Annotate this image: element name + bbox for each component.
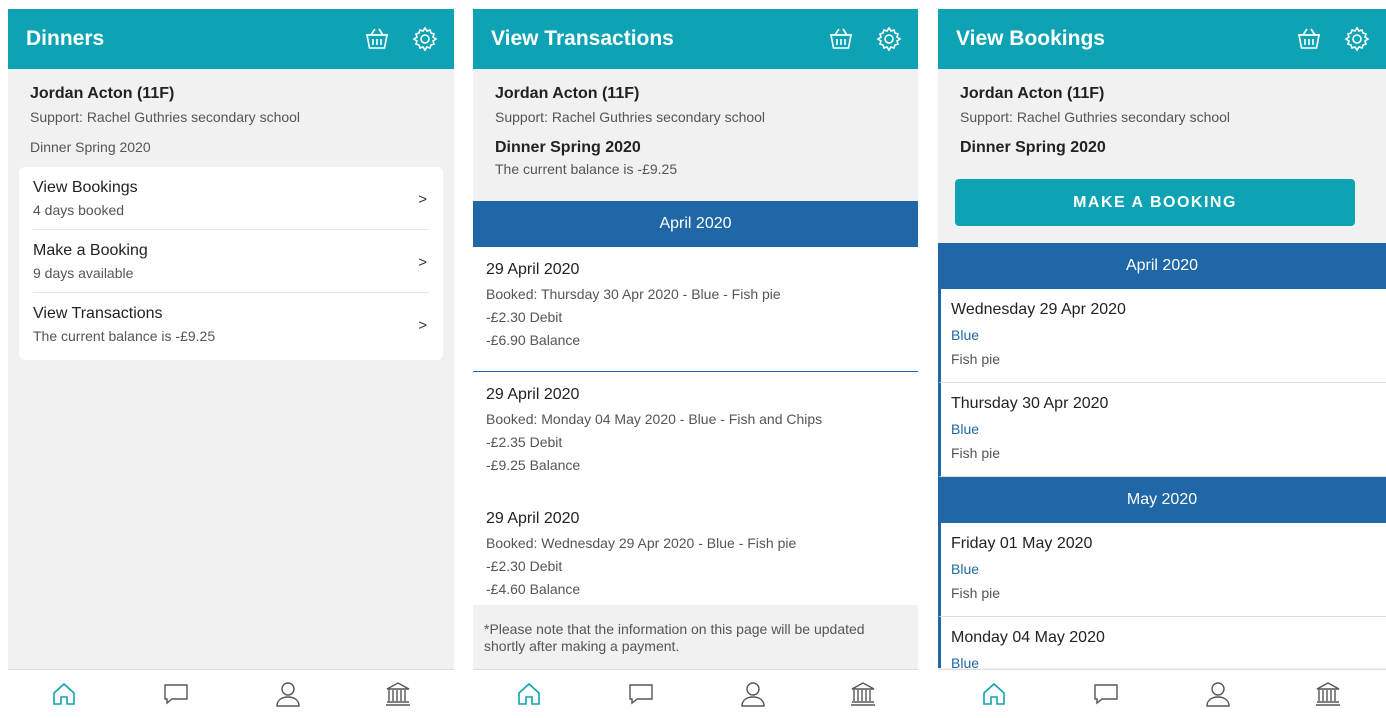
basket-icon[interactable]: [362, 24, 392, 54]
bottom-nav: [473, 669, 918, 718]
booking-date: Monday 04 May 2020: [951, 629, 1105, 646]
chat-icon[interactable]: [162, 680, 190, 708]
booking-date: Wednesday 29 Apr 2020: [951, 301, 1126, 318]
gear-icon[interactable]: [1342, 24, 1372, 54]
booking-colour: Blue: [951, 421, 980, 437]
profile-icon[interactable]: [739, 680, 767, 708]
gear-icon[interactable]: [410, 24, 440, 54]
bottom-nav: [938, 669, 1386, 718]
term-label: Dinner Spring 2020: [960, 139, 1106, 156]
bank-icon[interactable]: [1314, 680, 1342, 708]
app-bar: Dinners: [8, 9, 454, 69]
menu-item-subtitle: 4 days booked: [33, 202, 125, 218]
booking-date: Friday 01 May 2020: [951, 535, 1093, 552]
bank-icon[interactable]: [384, 680, 412, 708]
chat-icon[interactable]: [627, 680, 655, 708]
student-info: Jordan Acton (11F) Support: Rachel Guthr…: [938, 69, 1386, 157]
booking-list: April 2020 Wednesday 29 Apr 2020 Blue Fi…: [938, 243, 1386, 668]
home-icon[interactable]: [50, 680, 78, 708]
booking-item[interactable]: Friday 01 May 2020 Blue Fish pie: [938, 523, 1386, 617]
term-label: Dinner Spring 2020: [495, 139, 641, 156]
balance-text: The current balance is -£9.25: [495, 161, 678, 177]
booking-colour: Blue: [951, 327, 980, 343]
transaction-date: 29 April 2020: [486, 386, 580, 403]
menu-item-subtitle: The current balance is -£9.25: [33, 328, 216, 344]
transaction-booked: Booked: Thursday 30 Apr 2020 - Blue - Fi…: [486, 286, 781, 302]
transaction-date: 29 April 2020: [486, 261, 580, 278]
support-text: Support: Rachel Guthries secondary schoo…: [495, 109, 766, 125]
view-bookings-screen: View Bookings Jordan Acton (11F) Support…: [938, 9, 1386, 718]
booking-colour: Blue: [951, 655, 980, 668]
app-bar: View Bookings: [938, 9, 1386, 69]
app-bar: View Transactions: [473, 9, 918, 69]
transaction-debit: -£2.30 Debit: [486, 309, 563, 325]
month-header: April 2020: [473, 201, 918, 247]
transaction-booked: Booked: Monday 04 May 2020 - Blue - Fish…: [486, 411, 823, 427]
transaction-balance: -£6.90 Balance: [486, 332, 581, 348]
menu-item-view-bookings[interactable]: View Bookings 4 days booked >: [33, 167, 429, 230]
month-header: April 2020: [938, 243, 1386, 289]
page-title: View Bookings: [956, 27, 1105, 50]
menu-item-title: Make a Booking: [33, 242, 148, 259]
booking-item[interactable]: Monday 04 May 2020 Blue: [938, 617, 1386, 668]
menu-item-title: View Transactions: [33, 305, 163, 322]
booking-item[interactable]: Wednesday 29 Apr 2020 Blue Fish pie: [938, 289, 1386, 383]
support-text: Support: Rachel Guthries secondary schoo…: [960, 109, 1231, 125]
menu-item-view-transactions[interactable]: View Transactions The current balance is…: [33, 293, 429, 355]
support-text: Support: Rachel Guthries secondary schoo…: [30, 109, 301, 125]
payment-note: *Please note that the information on thi…: [473, 605, 918, 668]
transaction-booked: Booked: Wednesday 29 Apr 2020 - Blue - F…: [486, 535, 797, 551]
page-title: View Transactions: [491, 27, 674, 50]
transaction-item: 29 April 2020 Booked: Monday 04 May 2020…: [473, 372, 918, 496]
menu-item-make-booking[interactable]: Make a Booking 9 days available >: [33, 230, 429, 293]
gear-icon[interactable]: [874, 24, 904, 54]
student-name: Jordan Acton (11F): [495, 85, 640, 102]
transaction-item: 29 April 2020 Booked: Thursday 30 Apr 20…: [473, 247, 918, 372]
student-info: Jordan Acton (11F) Support: Rachel Guthr…: [473, 69, 918, 177]
term-label: Dinner Spring 2020: [30, 139, 151, 155]
bank-icon[interactable]: [849, 680, 877, 708]
basket-icon[interactable]: [1294, 24, 1324, 54]
basket-icon[interactable]: [826, 24, 856, 54]
student-info: Jordan Acton (11F) Support: Rachel Guthr…: [8, 69, 454, 155]
transaction-list: 29 April 2020 Booked: Thursday 30 Apr 20…: [473, 247, 918, 605]
transaction-balance: -£9.25 Balance: [486, 457, 581, 473]
home-icon[interactable]: [515, 680, 543, 708]
month-header: May 2020: [938, 477, 1386, 523]
profile-icon[interactable]: [274, 680, 302, 708]
transaction-date: 29 April 2020: [486, 510, 580, 527]
transaction-item: 29 April 2020 Booked: Wednesday 29 Apr 2…: [473, 496, 918, 605]
make-booking-button[interactable]: MAKE A BOOKING: [955, 179, 1355, 226]
transaction-debit: -£2.30 Debit: [486, 558, 563, 574]
transaction-debit: -£2.35 Debit: [486, 434, 563, 450]
booking-food: Fish pie: [951, 351, 1001, 367]
menu-item-title: View Bookings: [33, 179, 138, 196]
chevron-right-icon: >: [418, 254, 427, 271]
chat-icon[interactable]: [1092, 680, 1120, 708]
page-title: Dinners: [26, 27, 105, 50]
home-icon[interactable]: [980, 680, 1008, 708]
chevron-right-icon: >: [418, 191, 427, 208]
menu-item-subtitle: 9 days available: [33, 265, 134, 281]
view-transactions-screen: View Transactions Jordan Acton (11F) Sup…: [473, 9, 918, 718]
booking-colour: Blue: [951, 561, 980, 577]
booking-food: Fish pie: [951, 445, 1001, 461]
student-name: Jordan Acton (11F): [960, 85, 1105, 102]
dinner-menu-card: View Bookings 4 days booked > Make a Boo…: [19, 167, 443, 360]
booking-food: Fish pie: [951, 585, 1001, 601]
booking-item[interactable]: Thursday 30 Apr 2020 Blue Fish pie: [938, 383, 1386, 477]
student-name: Jordan Acton (11F): [30, 85, 175, 102]
dinners-screen: Dinners Jordan Acton (11F) Support: Rach…: [8, 9, 454, 718]
transaction-balance: -£4.60 Balance: [486, 581, 581, 597]
bottom-nav: [8, 669, 454, 718]
booking-date: Thursday 30 Apr 2020: [951, 395, 1109, 412]
profile-icon[interactable]: [1204, 680, 1232, 708]
chevron-right-icon: >: [418, 317, 427, 334]
